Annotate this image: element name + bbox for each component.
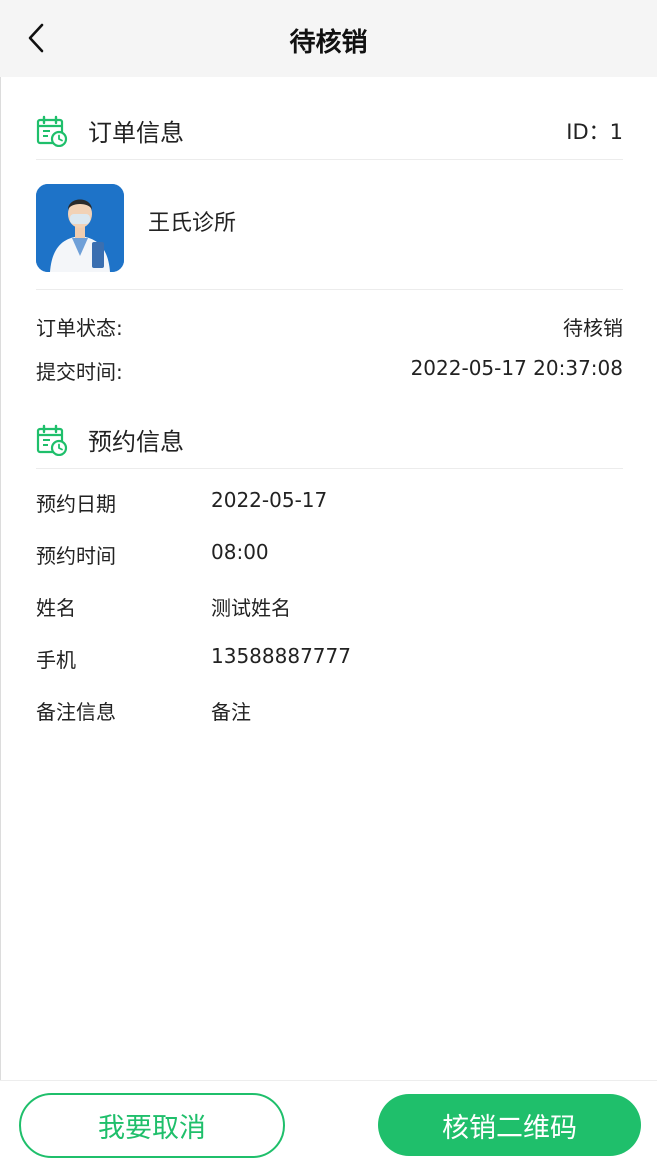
phone-label: 手机 — [36, 648, 76, 672]
remark-label: 备注信息 — [36, 700, 116, 724]
submit-time-value: 2022-05-17 20:37:08 — [410, 356, 623, 380]
calendar-clock-icon — [36, 115, 68, 147]
submit-time-label: 提交时间: — [36, 360, 123, 384]
clinic-card: 王氏诊所 — [36, 165, 623, 290]
name-row: 姓名 测试姓名 — [36, 592, 623, 621]
order-status-label: 订单状态: — [36, 316, 123, 340]
order-info-title: 订单信息 — [88, 119, 184, 147]
order-info-header: 订单信息 ID：1 — [36, 102, 623, 160]
appointment-info-header: 预约信息 — [36, 411, 623, 469]
remark-row: 备注信息 备注 — [36, 696, 623, 725]
name-value: 测试姓名 — [211, 596, 291, 620]
clinic-name: 王氏诊所 — [148, 211, 237, 236]
submit-time-row: 提交时间: 2022-05-17 20:37:08 — [36, 356, 623, 385]
order-status-row: 订单状态: 待核销 — [36, 312, 623, 341]
order-status-value: 待核销 — [563, 316, 623, 340]
verify-qr-button[interactable]: 核销二维码 — [378, 1094, 641, 1156]
cancel-button[interactable]: 我要取消 — [19, 1093, 285, 1158]
phone-value: 13588887777 — [211, 644, 351, 668]
appointment-info-title: 预约信息 — [88, 428, 184, 456]
remark-value: 备注 — [211, 700, 251, 724]
order-id: ID：1 — [566, 119, 623, 144]
appointment-date-row: 预约日期 2022-05-17 — [36, 488, 623, 517]
appointment-time-value: 08:00 — [211, 540, 269, 564]
avatar — [36, 184, 124, 272]
page-title: 待核销 — [289, 28, 368, 58]
header-bar: 待核销 — [0, 0, 657, 77]
bottom-action-bar: 我要取消 核销二维码 — [0, 1080, 657, 1168]
appointment-time-label: 预约时间 — [36, 544, 116, 568]
appointment-date-label: 预约日期 — [36, 492, 116, 516]
appointment-time-row: 预约时间 08:00 — [36, 540, 623, 569]
left-edge-divider — [0, 77, 1, 1080]
phone-row: 手机 13588887777 — [36, 644, 623, 673]
name-label: 姓名 — [36, 596, 76, 620]
appointment-date-value: 2022-05-17 — [211, 488, 328, 512]
calendar-clock-icon — [36, 424, 68, 456]
